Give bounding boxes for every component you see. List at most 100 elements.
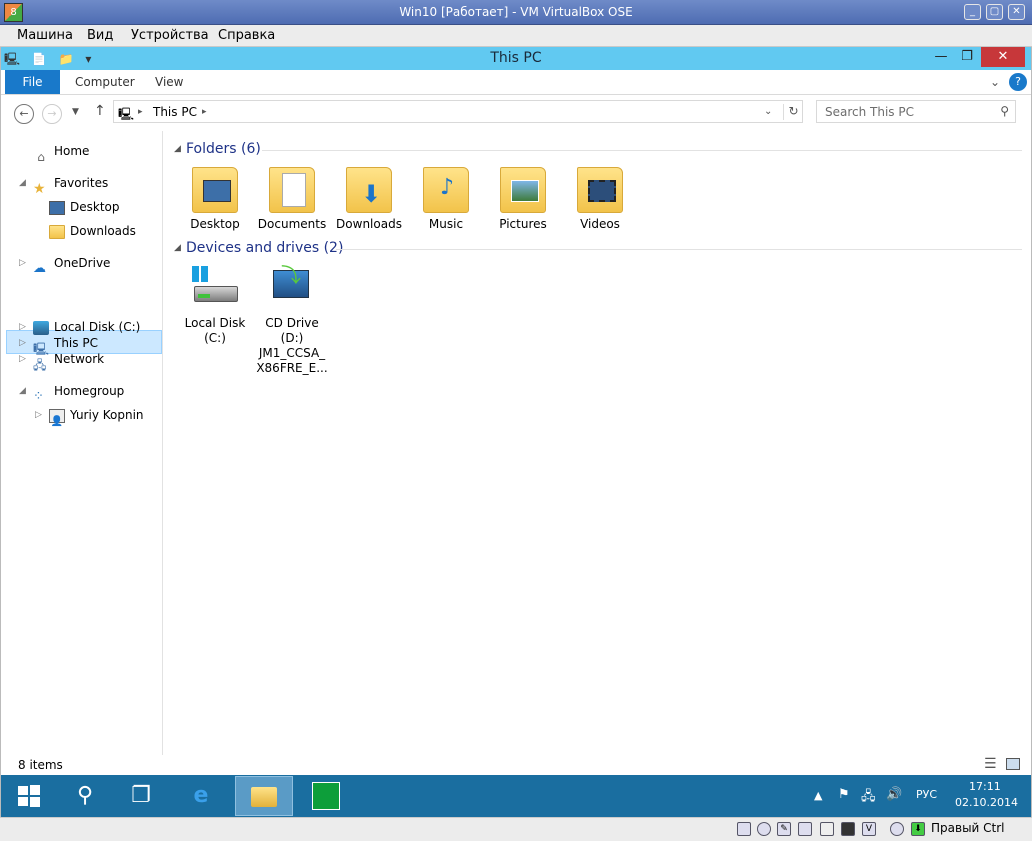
drive-label: CD Drive xyxy=(265,316,319,330)
folder-music[interactable]: ♪ Music xyxy=(410,167,482,232)
folder-documents[interactable]: Documents xyxy=(256,167,328,232)
mouse-integration-icon[interactable] xyxy=(890,822,904,836)
collapse-arrow-icon[interactable]: ◢ xyxy=(19,379,26,403)
folder-label: Documents xyxy=(257,217,327,231)
collapse-group-icon[interactable]: ◢ xyxy=(174,243,181,253)
close-icon[interactable]: ✕ xyxy=(1008,4,1025,20)
expand-arrow-icon[interactable]: ▷ xyxy=(19,347,26,371)
folder-pictures[interactable]: Pictures xyxy=(487,167,559,232)
tab-view[interactable]: View xyxy=(155,70,183,94)
minimize-icon[interactable]: _ xyxy=(964,4,981,20)
videos-folder-icon xyxy=(577,167,623,213)
start-button[interactable] xyxy=(7,776,51,816)
folder-desktop[interactable]: Desktop xyxy=(179,167,251,232)
collapse-arrow-icon[interactable]: ◢ xyxy=(19,171,26,195)
menu-help[interactable]: Справка xyxy=(218,28,275,43)
music-folder-icon: ♪ xyxy=(423,167,469,213)
chevron-right-icon[interactable]: ▸ xyxy=(202,107,207,117)
details-view-icon[interactable]: ☰ xyxy=(984,756,997,772)
clock-time[interactable]: 17:11 xyxy=(969,780,1001,793)
folder-label: Music xyxy=(428,217,464,231)
internet-explorer-icon[interactable]: e xyxy=(179,776,223,816)
nav-item-homegroup[interactable]: ◢ ⁘ Homegroup xyxy=(19,379,124,404)
nav-item-home[interactable]: ⌂ Home xyxy=(33,139,89,164)
taskbar: ⚲ ❐ e ▲ ⚑ 🖧 🔊 РУС 17:11 02.10.2014 xyxy=(1,775,1031,817)
language-indicator[interactable]: РУС xyxy=(916,788,937,801)
nav-item-local-disk[interactable]: ▷ Local Disk (C:) xyxy=(19,315,140,339)
address-crumb[interactable]: This PC xyxy=(153,105,197,119)
menu-machine[interactable]: Машина xyxy=(17,28,73,43)
back-arrow-icon[interactable]: ← xyxy=(14,104,34,124)
collapse-group-icon[interactable]: ◢ xyxy=(174,144,181,154)
expand-arrow-icon[interactable]: ▷ xyxy=(35,403,42,427)
volume-icon[interactable]: 🔊 xyxy=(886,787,902,802)
nav-item-onedrive[interactable]: ▷ ☁ OneDrive xyxy=(19,251,110,276)
recent-locations-icon[interactable]: ▼ xyxy=(72,107,79,117)
folder-videos[interactable]: Videos xyxy=(564,167,636,232)
expand-ribbon-icon[interactable]: ⌄ xyxy=(990,70,1000,94)
address-bar[interactable]: 🖳 ▸ This PC ▸ ⌄ ↻ xyxy=(113,100,803,123)
host-key-arrow-icon[interactable]: ⬇ xyxy=(911,822,925,836)
nav-item-network[interactable]: ▷ 🖧 Network xyxy=(19,347,104,372)
drive-local-disk[interactable]: Local Disk (C:) xyxy=(179,266,251,346)
store-icon[interactable] xyxy=(304,776,348,816)
expand-arrow-icon[interactable]: ▷ xyxy=(19,315,26,339)
nav-item-downloads[interactable]: Downloads xyxy=(49,219,136,243)
hard-drive-icon xyxy=(192,266,238,312)
search-box[interactable]: Search This PC ⚲ xyxy=(816,100,1016,123)
menu-devices[interactable]: Устройства xyxy=(131,28,209,43)
refresh-icon[interactable]: ↻ xyxy=(783,104,803,120)
maximize-icon[interactable]: ▢ xyxy=(986,4,1003,20)
group-header-folders[interactable]: Folders (6) xyxy=(186,141,261,157)
file-explorer-taskbar-icon[interactable] xyxy=(235,776,293,816)
nav-label: Favorites xyxy=(54,176,109,190)
explorer-restore-icon[interactable]: ❐ xyxy=(955,47,979,67)
network-icon: 🖧 xyxy=(33,357,47,372)
windows-logo-icon xyxy=(18,785,40,807)
action-center-flag-icon[interactable]: ⚑ xyxy=(838,787,850,802)
usb-icon[interactable]: ✎ xyxy=(777,822,791,836)
display-icon[interactable] xyxy=(841,822,855,836)
search-taskbar-icon[interactable]: ⚲ xyxy=(63,776,107,816)
explorer-minimize-icon[interactable]: — xyxy=(929,47,953,67)
hard-disk-activity-icon[interactable] xyxy=(737,822,751,836)
video-capture-icon[interactable]: V xyxy=(862,822,876,836)
address-dropdown-icon[interactable]: ⌄ xyxy=(764,106,772,117)
forward-arrow-icon[interactable]: → xyxy=(42,104,62,124)
local-disk-icon xyxy=(33,320,49,335)
shared-folders-icon[interactable] xyxy=(820,822,834,836)
guest-screen: 🖳 📄 📁 ▾ This PC — ❐ ✕ File Computer View… xyxy=(0,47,1032,817)
tab-file[interactable]: File xyxy=(5,70,60,94)
large-icons-view-icon[interactable] xyxy=(1006,758,1020,770)
documents-folder-icon xyxy=(269,167,315,213)
search-icon[interactable]: ⚲ xyxy=(1000,104,1009,118)
onedrive-icon: ☁ xyxy=(33,260,46,276)
task-view-icon[interactable]: ❐ xyxy=(119,776,163,816)
address-row: ← → ▼ ↑ 🖳 ▸ This PC ▸ ⌄ ↻ Search This PC… xyxy=(1,95,1031,131)
group-header-devices[interactable]: Devices and drives (2) xyxy=(186,240,343,256)
pictures-folder-icon xyxy=(500,167,546,213)
folder-label: Desktop xyxy=(190,217,240,231)
chevron-right-icon[interactable]: ▸ xyxy=(138,107,143,117)
help-icon[interactable]: ? xyxy=(1009,73,1027,91)
clock-date[interactable]: 02.10.2014 xyxy=(955,796,1018,809)
nav-item-user[interactable]: ▷ 👤 Yuriy Kopnin xyxy=(35,403,144,427)
folder-label: Videos xyxy=(580,217,620,231)
drive-cd[interactable]: ⤵ CD Drive (D:) JM1_CCSA_ X86FRE_E... xyxy=(256,265,328,376)
status-bar: 8 items ☰ xyxy=(1,755,1031,777)
network-status-icon[interactable]: 🖧 xyxy=(861,787,876,809)
up-arrow-icon[interactable]: ↑ xyxy=(94,103,106,119)
vbox-menu-bar: Машина Вид Устройства Справка xyxy=(0,25,1032,47)
explorer-close-icon[interactable]: ✕ xyxy=(981,47,1025,67)
menu-view[interactable]: Вид xyxy=(87,28,113,43)
show-hidden-icons-icon[interactable]: ▲ xyxy=(814,789,822,802)
volume-label: X86FRE_E... xyxy=(256,361,328,375)
optical-drive-icon[interactable] xyxy=(757,822,771,836)
tab-computer[interactable]: Computer xyxy=(75,70,135,94)
nav-item-desktop[interactable]: Desktop xyxy=(49,195,120,219)
expand-arrow-icon[interactable]: ▷ xyxy=(19,251,26,275)
folder-downloads[interactable]: ⬇ Downloads xyxy=(333,167,405,232)
network-adapter-icon[interactable] xyxy=(798,822,812,836)
nav-item-favorites[interactable]: ◢ ★ Favorites xyxy=(19,171,109,197)
drive-letter: (D:) xyxy=(280,331,304,345)
